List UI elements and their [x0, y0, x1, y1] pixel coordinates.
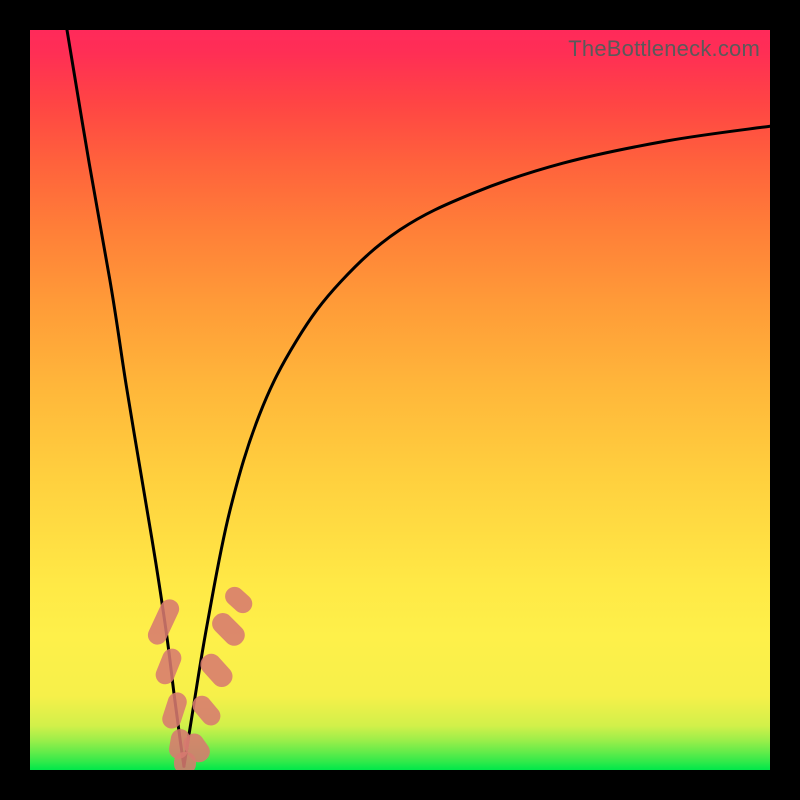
- curve-right-branch: [184, 126, 770, 766]
- plot-area: TheBottleneck.com: [30, 30, 770, 770]
- curves-layer: [30, 30, 770, 770]
- chart-frame: TheBottleneck.com: [0, 0, 800, 800]
